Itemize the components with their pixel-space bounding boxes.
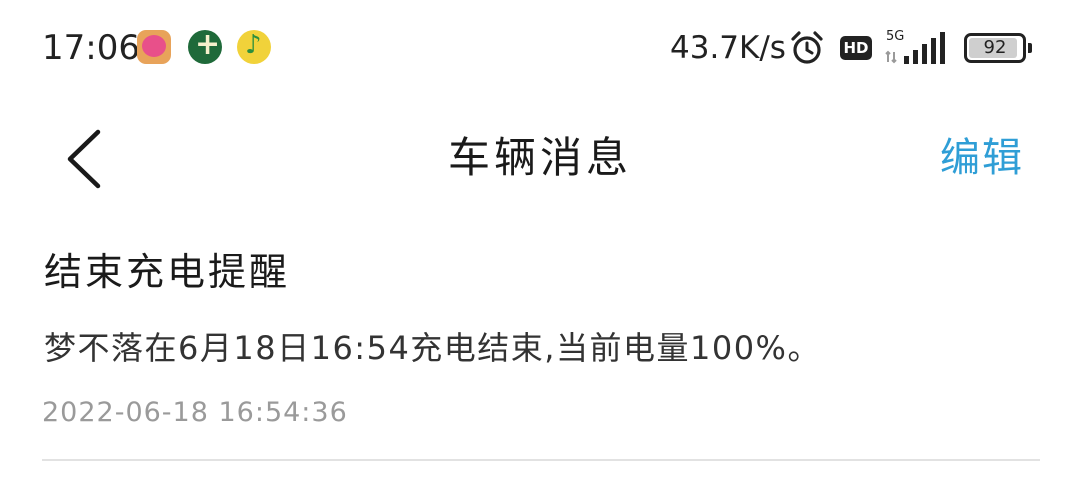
nav-bar: 车辆消息 编辑 [0,96,1080,226]
notification-app-icon [137,30,171,64]
alarm-clock-icon [789,30,825,66]
message-list-item[interactable]: 结束充电提醒 梦不落在6月18日16:54充电结束,当前电量100%。 2022… [42,226,1040,461]
battery-icon: 92 [964,33,1032,63]
hd-voice-badge: HD [840,36,872,60]
status-time: 17:06 [42,28,140,68]
message-body: 梦不落在6月18日16:54充电结束,当前电量100%。 [44,329,821,367]
battery-level-text: 92 [983,37,1007,58]
edit-button[interactable]: 编辑 [940,132,1024,184]
network-speed: 43.7K/s [670,30,786,66]
game-app-icon [188,27,222,64]
message-title: 结束充电提醒 [44,250,291,294]
music-app-icon [237,30,271,64]
status-bar: 17:06 43.7K/s HD 5G 92 [0,0,1080,96]
page-title: 车辆消息 [447,133,632,182]
cell-signal-icon [884,32,952,66]
message-timestamp: 2022-06-18 16:54:36 [42,397,348,428]
